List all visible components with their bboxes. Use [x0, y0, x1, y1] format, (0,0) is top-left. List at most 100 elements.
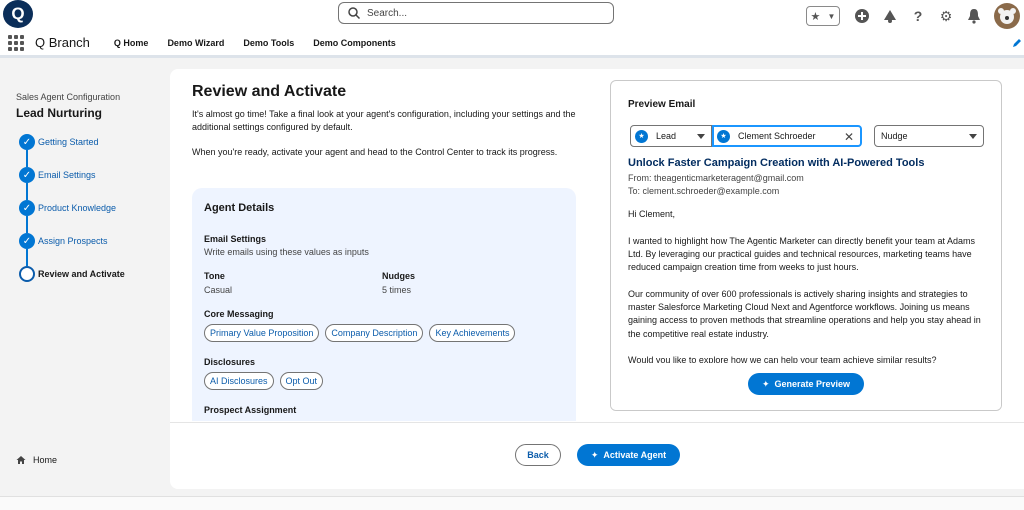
record-name-value: Clement Schroeder — [738, 131, 816, 141]
wizard-subtitle: Sales Agent Configuration — [16, 92, 121, 102]
global-header: Q Search... ★ ▼ ? ⚙ — [0, 0, 1024, 30]
page-title: Review and Activate — [192, 83, 347, 100]
nav-item-demo-tools[interactable]: Demo Tools — [243, 38, 294, 48]
intro-text: It's almost go time! Take a final look a… — [192, 109, 576, 132]
disclosures-title: Disclosures — [204, 357, 256, 367]
pill-primary-value-proposition[interactable]: Primary Value Proposition — [204, 324, 320, 342]
bottom-strip — [0, 496, 1024, 510]
disclosures-pills: AI Disclosures Opt Out — [204, 372, 324, 390]
app-logo[interactable]: Q — [3, 0, 33, 28]
current-step-icon — [19, 266, 35, 282]
agent-details-panel: Agent Details Email Settings Write email… — [192, 188, 576, 421]
header-actions: ★ ▼ ? ⚙ — [806, 3, 1020, 29]
app-launcher-icon[interactable] — [8, 34, 24, 51]
check-icon: ✓ — [19, 134, 35, 150]
step-email-settings[interactable]: ✓ Email Settings — [19, 167, 125, 200]
step-assign-prospects[interactable]: ✓ Assign Prospects — [19, 233, 125, 266]
home-label: Home — [33, 455, 58, 465]
step-connector — [26, 183, 28, 200]
chevron-down-icon — [969, 134, 977, 139]
step-label: Getting Started — [38, 137, 99, 147]
email-paragraph: Our community of over 600 professionals … — [628, 288, 981, 339]
sparkle-icon: ✦ — [761, 378, 770, 389]
check-icon: ✓ — [19, 233, 35, 249]
app-name: Q Branch — [35, 35, 90, 50]
nav-item-demo-components[interactable]: Demo Components — [313, 38, 396, 48]
user-avatar[interactable] — [994, 3, 1020, 29]
record-lookup-input[interactable]: ★ Clement Schroeder ✕ — [712, 125, 862, 147]
nudges-value: 5 times — [382, 285, 412, 295]
email-from: From: theagenticmarketeragent@gmail.com — [628, 173, 804, 183]
email-greeting: Hi Clement, — [628, 209, 676, 219]
preview-email-panel: Preview Email ★ Lead ★ Clement Schroeder… — [610, 80, 1002, 411]
check-icon: ✓ — [19, 200, 35, 216]
nudges-title: Nudges — [382, 271, 416, 281]
trailhead-icon[interactable] — [880, 6, 900, 26]
step-label: Assign Prospects — [38, 236, 108, 246]
star-icon: ★ — [810, 10, 821, 23]
activate-agent-button[interactable]: ✦ Activate Agent — [577, 444, 680, 466]
step-review-and-activate[interactable]: Review and Activate — [19, 266, 125, 299]
global-search-input[interactable]: Search... — [338, 2, 614, 24]
step-connector — [26, 150, 28, 167]
chevron-down-icon — [697, 134, 705, 139]
step-getting-started[interactable]: ✓ Getting Started — [19, 134, 125, 167]
search-placeholder: Search... — [367, 7, 408, 19]
check-icon: ✓ — [19, 167, 35, 183]
lead-icon: ★ — [717, 129, 730, 143]
search-icon — [348, 7, 361, 20]
gear-icon[interactable]: ⚙ — [936, 6, 956, 26]
wizard-title: Lead Nurturing — [16, 106, 102, 120]
help-icon[interactable]: ? — [908, 6, 928, 26]
step-product-knowledge[interactable]: ✓ Product Knowledge — [19, 200, 125, 233]
pencil-icon[interactable] — [1012, 38, 1022, 48]
app-nav-bar: Q Branch Q Home Demo Wizard Demo Tools D… — [0, 30, 1024, 58]
tone-value: Casual — [204, 285, 233, 295]
step-label: Email Settings — [38, 170, 96, 180]
activate-agent-label: Activate Agent — [603, 450, 667, 460]
favorites-button[interactable]: ★ ▼ — [806, 6, 840, 26]
tone-title: Tone — [204, 271, 225, 281]
step-connector — [26, 249, 28, 266]
activate-instructions: When you're ready, activate your agent a… — [192, 147, 558, 157]
prospect-assignment-title: Prospect Assignment — [204, 405, 297, 415]
footer-divider — [170, 422, 1024, 423]
home-icon — [16, 456, 26, 464]
step-label: Product Knowledge — [38, 203, 117, 213]
close-icon[interactable]: ✕ — [844, 130, 854, 144]
step-connector — [26, 216, 28, 233]
home-link[interactable]: Home — [16, 455, 57, 465]
generate-preview-button[interactable]: ✦ Generate Preview — [748, 373, 864, 395]
bell-icon[interactable] — [964, 6, 984, 26]
progress-steps: ✓ Getting Started ✓ Email Settings ✓ Pro… — [19, 134, 125, 299]
core-messaging-pills: Primary Value Proposition Company Descri… — [204, 324, 516, 342]
agent-details-heading: Agent Details — [204, 202, 275, 214]
pill-key-achievements[interactable]: Key Achievements — [429, 324, 516, 342]
lead-icon: ★ — [635, 129, 648, 143]
pill-opt-out[interactable]: Opt Out — [279, 372, 324, 390]
sparkle-icon: ✦ — [590, 449, 599, 460]
wizard-sidebar: Sales Agent Configuration Lead Nurturing… — [0, 61, 170, 510]
pill-ai-disclosures[interactable]: AI Disclosures — [204, 372, 274, 390]
email-paragraph: I wanted to highlight how The Agentic Ma… — [628, 235, 976, 273]
email-type-value: Nudge — [881, 131, 908, 141]
review-card: Review and Activate It's almost go time!… — [170, 69, 1024, 489]
email-subject: Unlock Faster Campaign Creation with AI-… — [628, 157, 925, 169]
email-type-select[interactable]: Nudge — [874, 125, 984, 147]
record-type-value: Lead — [656, 131, 677, 141]
email-to: To: clement.schroeder@example.com — [628, 186, 780, 196]
email-settings-title: Email Settings — [204, 234, 267, 244]
chevron-down-icon: ▼ — [827, 11, 836, 21]
back-button[interactable]: Back — [515, 444, 561, 466]
email-body: Hi Clement, I wanted to highlight how Th… — [628, 208, 988, 381]
pill-company-description[interactable]: Company Description — [325, 324, 424, 342]
record-type-select[interactable]: ★ Lead — [630, 125, 712, 147]
add-icon[interactable] — [852, 6, 872, 26]
nav-item-q-home[interactable]: Q Home — [114, 38, 149, 48]
core-messaging-title: Core Messaging — [204, 309, 274, 319]
preview-email-title: Preview Email — [628, 99, 696, 110]
nav-item-demo-wizard[interactable]: Demo Wizard — [167, 38, 224, 48]
email-settings-value: Write emails using these values as input… — [204, 247, 369, 257]
generate-preview-label: Generate Preview — [774, 379, 851, 389]
step-label: Review and Activate — [38, 269, 125, 279]
